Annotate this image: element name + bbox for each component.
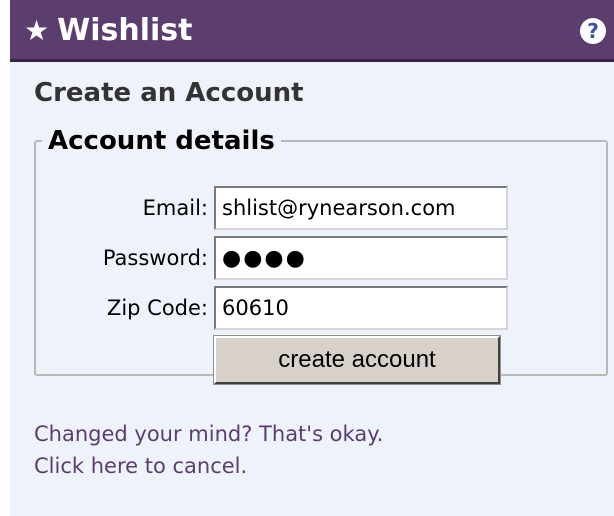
zip-label: Zip Code: bbox=[106, 296, 208, 320]
widget-title: Wishlist bbox=[57, 13, 193, 48]
create-account-button[interactable]: create account bbox=[213, 335, 501, 385]
star-icon: ★ bbox=[24, 14, 50, 47]
account-details-fieldset: Account details Email: Password: Zip Cod… bbox=[34, 126, 608, 385]
password-label: Password: bbox=[102, 246, 208, 270]
wishlist-widget: ★ Wishlist ? Create an Account Account de… bbox=[0, 0, 614, 516]
zip-code-field[interactable] bbox=[214, 286, 508, 330]
widget-titlebar: ★ Wishlist ? bbox=[10, 0, 614, 62]
email-label: Email: bbox=[142, 196, 208, 220]
cancel-link[interactable]: Click here to cancel. bbox=[34, 450, 383, 482]
zip-row: Zip Code: bbox=[36, 286, 606, 332]
password-row: Password: bbox=[36, 236, 606, 282]
email-row: Email: bbox=[36, 186, 606, 232]
cancel-message: Changed your mind? That's okay. Click he… bbox=[34, 418, 383, 482]
email-field[interactable] bbox=[214, 186, 508, 230]
password-field[interactable] bbox=[214, 236, 508, 280]
page-title: Create an Account bbox=[34, 78, 304, 108]
fieldset-legend: Account details bbox=[48, 126, 275, 156]
help-icon[interactable]: ? bbox=[580, 18, 606, 44]
cancel-line-1: Changed your mind? That's okay. bbox=[34, 422, 384, 446]
